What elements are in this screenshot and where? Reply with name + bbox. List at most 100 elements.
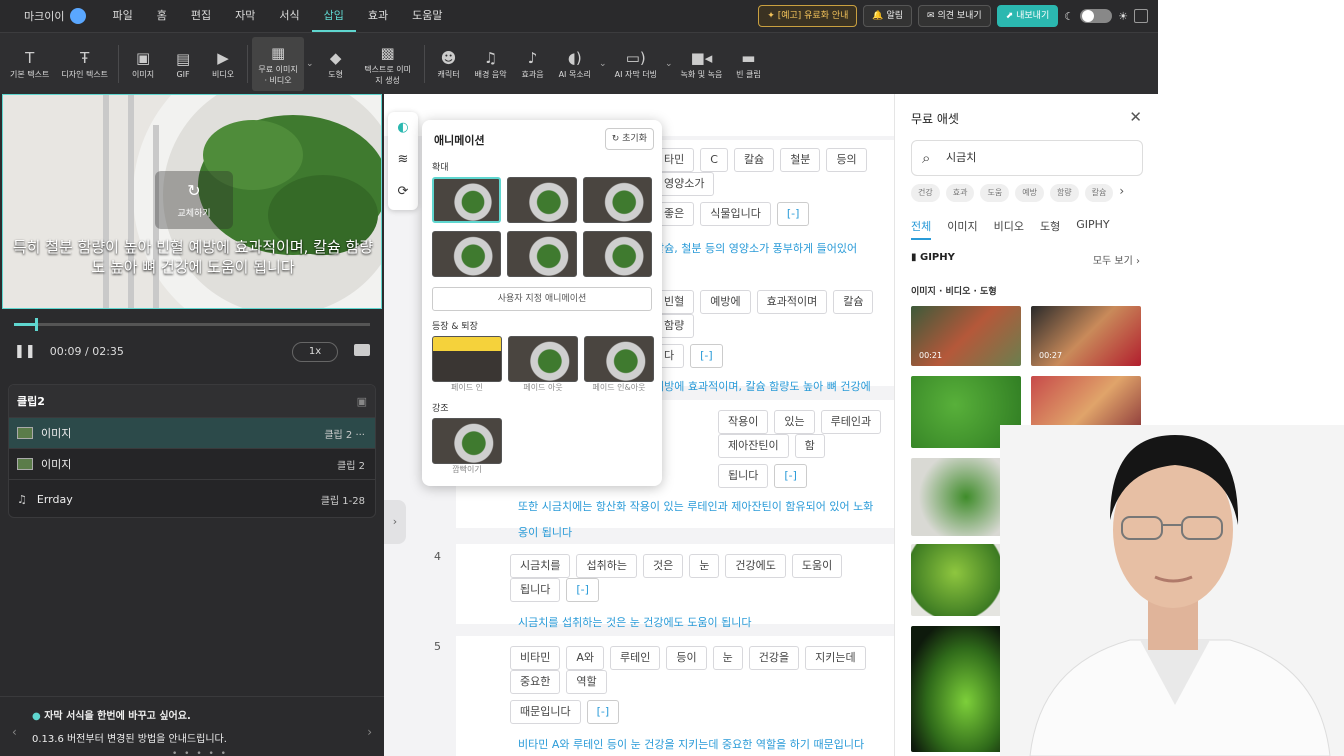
enter-exit-option[interactable]: 페이드 아웃 (508, 336, 578, 393)
export-button[interactable]: ⬈ 내보내기 (996, 5, 1059, 27)
brand[interactable]: 마크이이 (0, 8, 100, 24)
menu-format[interactable]: 서식 (267, 0, 311, 32)
add-clip-icon[interactable]: ▣ (357, 395, 367, 408)
zoom-option[interactable] (432, 177, 502, 223)
word-chip[interactable]: 제아잔틴이 (718, 434, 789, 458)
pause-chip[interactable]: [-] (690, 344, 723, 368)
collapse-window-icon[interactable] (1134, 9, 1148, 23)
zoom-option[interactable] (582, 231, 652, 277)
enter-exit-option[interactable]: 페이드 인&아웃 (584, 336, 654, 393)
word-chip[interactable]: 때문입니다 (510, 700, 581, 724)
see-all-link[interactable]: 모두 보기 › (1093, 252, 1140, 267)
chevron-right-icon[interactable]: › (367, 725, 372, 739)
chevron-down-icon[interactable]: ⌄ (663, 59, 675, 69)
menu-home[interactable]: 홈 (145, 0, 179, 32)
user-avatar-icon[interactable] (70, 8, 87, 24)
gif-tool[interactable]: ▤ GIF (163, 37, 203, 91)
close-icon[interactable]: ✕ (1129, 108, 1142, 126)
word-chip[interactable]: 함 (794, 434, 825, 458)
subtitle-caption[interactable]: 특히 철분 함량이 높아 빈혈 예방에 효과적이며, 칼슘 함량 도 높아 뼈 … (3, 237, 381, 277)
word-chip[interactable]: 시금치를 (510, 554, 571, 578)
tab-giphy[interactable]: GIPHY (1076, 218, 1109, 240)
word-chip[interactable]: 있는 (774, 410, 815, 434)
word-chip[interactable]: 등의 (826, 148, 867, 172)
zoom-option[interactable] (507, 177, 577, 223)
word-chip[interactable]: 영양소가 (654, 172, 715, 196)
free-media-tool[interactable]: ▦ 무료 이미지 · 비디오 (252, 36, 305, 91)
word-chip[interactable]: 루테인 (610, 646, 661, 670)
tag-chip[interactable]: 예방 (1015, 184, 1044, 202)
theme-toggle[interactable] (1080, 9, 1113, 23)
word-chip[interactable]: 비타민 (510, 646, 561, 670)
tab-image[interactable]: 이미지 (947, 218, 977, 240)
word-chip[interactable]: 칼슘 (733, 148, 775, 172)
image-tool[interactable]: ▣ 이미지 (123, 37, 163, 91)
chevron-down-icon[interactable]: ⌄ (304, 59, 316, 69)
replace-button[interactable]: ↻ 교체하기 (155, 171, 233, 229)
menu-subtitle[interactable]: 자막 (223, 0, 267, 32)
clip-row[interactable]: 이미지 클립 2 ··· (9, 417, 375, 448)
script-sentence[interactable]: 칼슘, 철분 등의 영양소가 풍부하게 들어있어 (654, 240, 894, 256)
word-chip[interactable]: 됩니다 (510, 578, 561, 602)
menu-insert[interactable]: 삽입 (311, 0, 356, 32)
enter-exit-option[interactable]: 페이드 인 (432, 336, 502, 393)
word-chip[interactable]: C (700, 148, 728, 172)
tag-chip[interactable]: 도움 (980, 184, 1010, 202)
word-chip[interactable]: 건강을 (748, 646, 800, 670)
menu-file[interactable]: 파일 (100, 0, 144, 32)
scrubber-handle[interactable] (35, 318, 39, 331)
design-text-tool[interactable]: Ŧ 디자인 텍스트 (55, 37, 114, 91)
word-chip[interactable]: 식물입니다 (700, 202, 771, 226)
bgm-tool[interactable]: ♫ 배경 음악 (469, 37, 513, 91)
word-chip[interactable]: 루테인과 (820, 410, 882, 434)
word-chip[interactable]: 지키는데 (805, 646, 866, 670)
pause-chip[interactable]: [-] (776, 202, 810, 226)
word-chip[interactable]: 눈 (712, 646, 743, 670)
clip-row[interactable]: 이미지 클립 2 (9, 448, 375, 479)
tip-notice[interactable]: ‹ ● 자막 서식을 한번에 바꾸고 싶어요. 0.13.6 버전부터 변경된 … (0, 696, 384, 756)
pause-chip[interactable]: [-] (586, 700, 620, 724)
asset-search-input[interactable]: ⌕ 시금치 (911, 140, 1143, 176)
more-icon[interactable]: ··· (355, 430, 365, 441)
menu-help[interactable]: 도움말 (400, 0, 454, 32)
text-to-image-tool[interactable]: ▩ 텍스트로 이미지 생성 (356, 37, 420, 91)
layers-icon[interactable]: ≋ (388, 144, 418, 176)
animation-tool-icon[interactable]: ◐ (388, 112, 418, 144)
word-chip[interactable]: A와 (566, 646, 605, 670)
zoom-option[interactable] (432, 231, 502, 277)
chevron-down-icon[interactable]: ⌄ (597, 59, 609, 69)
pause-chip[interactable]: [-] (566, 578, 599, 602)
tag-chip[interactable]: 함량 (1049, 184, 1079, 202)
word-chip[interactable]: 됩니다 (718, 464, 769, 488)
word-chip[interactable]: 작용이 (718, 410, 769, 434)
emphasis-option[interactable]: 깜빡이기 (432, 418, 652, 475)
word-chip[interactable]: 섭취하는 (576, 554, 637, 578)
shape-tool[interactable]: ◆ 도형 (316, 37, 356, 91)
feedback-button[interactable]: ✉ 의견 보내기 (918, 5, 991, 27)
ai-dubbing-tool[interactable]: ▭) AI 자막 더빙 (609, 37, 663, 91)
word-chip[interactable]: 눈 (689, 554, 720, 578)
clip-row[interactable]: ♫ Errday 클립 1-28 (9, 479, 375, 517)
word-chip[interactable]: 등이 (666, 646, 707, 670)
tab-shape[interactable]: 도형 (1040, 218, 1060, 240)
blank-clip-tool[interactable]: ▬ 빈 클립 (728, 37, 768, 91)
tab-video[interactable]: 비디오 (994, 218, 1024, 240)
basic-text-tool[interactable]: T 기본 텍스트 (4, 37, 55, 91)
chevron-right-icon[interactable]: › (1119, 184, 1124, 202)
tag-chip[interactable]: 칼슘 (1084, 184, 1114, 202)
script-sentence[interactable]: 비타민 A와 루테인 등이 눈 건강을 지키는데 중요한 역할을 하기 때문입니… (510, 736, 894, 752)
video-tool[interactable]: ▶ 비디오 (203, 37, 243, 91)
pricing-notice-button[interactable]: ✦ [예고] 유료화 안내 (758, 5, 858, 27)
script-sentence[interactable]: 시금치를 섭취하는 것은 눈 건강에도 도움이 됩니다 (510, 614, 894, 630)
zoom-option[interactable] (507, 231, 577, 277)
video-preview[interactable]: ↻ 교체하기 특히 철분 함량이 높아 빈혈 예방에 효과적이며, 칼슘 함량 … (2, 94, 382, 309)
ai-voice-tool[interactable]: ◖) AI 목소리 (553, 37, 597, 91)
word-chip[interactable]: 효과적이며 (756, 290, 828, 314)
word-chip[interactable]: 건강에도 (725, 554, 786, 578)
word-chip[interactable]: 도움이 (791, 554, 843, 578)
menu-edit[interactable]: 편집 (179, 0, 223, 32)
alarm-button[interactable]: 🔔 알림 (863, 5, 913, 27)
zoom-option[interactable] (582, 177, 652, 223)
sound-effect-tool[interactable]: ♪ 효과음 (513, 37, 553, 91)
script-sentence[interactable]: 또한 시금치에는 항산화 작용이 있는 루테인과 제아잔틴이 함유되어 있어 노… (510, 498, 894, 540)
